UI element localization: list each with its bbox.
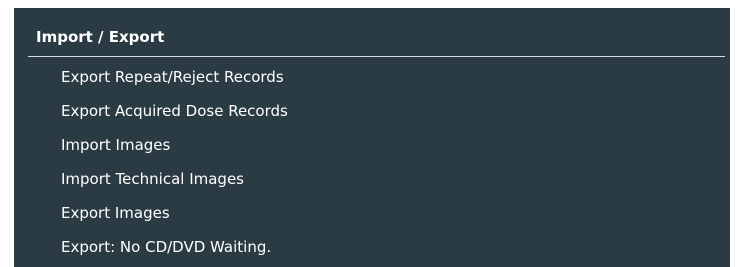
section-divider [28,56,725,57]
section-title: Import / Export [36,28,165,46]
menu-item-import-images[interactable]: Import Images [14,128,730,162]
menu-item-export-repeat-reject-records[interactable]: Export Repeat/Reject Records [14,60,730,94]
section-header: Import / Export [14,8,730,57]
import-export-menu: Export Repeat/Reject Records Export Acqu… [14,60,730,264]
menu-item-export-cd-dvd-status[interactable]: Export: No CD/DVD Waiting. [14,230,730,264]
menu-item-export-acquired-dose-records[interactable]: Export Acquired Dose Records [14,94,730,128]
menu-item-export-images[interactable]: Export Images [14,196,730,230]
menu-item-import-technical-images[interactable]: Import Technical Images [14,162,730,196]
import-export-panel: Import / Export Export Repeat/Reject Rec… [14,8,730,267]
